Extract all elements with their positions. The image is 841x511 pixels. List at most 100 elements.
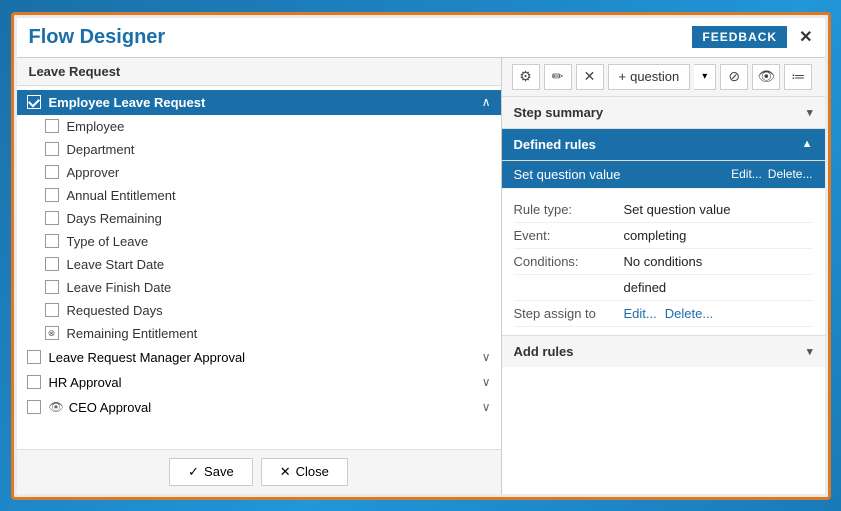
gear-icon: ⚙: [519, 68, 532, 85]
window-close-button[interactable]: ✕: [799, 27, 812, 47]
sub-item-employee[interactable]: Employee: [17, 115, 501, 138]
question-button[interactable]: + question: [608, 64, 691, 90]
detail-label-conditions-cont: [514, 280, 624, 295]
pencil-icon: ✏: [552, 68, 564, 85]
ceo-approval-eye-icon: 👁: [49, 400, 64, 414]
save-icon: ✓: [188, 464, 199, 480]
detail-row-step-assign-to: Step assign to Edit... Delete...: [514, 301, 813, 327]
pencil-button[interactable]: ✏: [544, 64, 572, 90]
rule-set-question-value[interactable]: Set question value Edit... Delete...: [502, 161, 825, 189]
sub-item-requested-days[interactable]: Requested Days: [17, 299, 501, 322]
checkbox-requested-days[interactable]: [45, 303, 59, 317]
group-label-employee-leave-request: Employee Leave Request: [49, 95, 482, 110]
sub-item-annual-entitlement[interactable]: Annual Entitlement: [17, 184, 501, 207]
edit-link-set-question-value[interactable]: Edit...: [731, 167, 762, 181]
checkbox-approver[interactable]: [45, 165, 59, 179]
sub-item-leave-finish-date[interactable]: Leave Finish Date: [17, 276, 501, 299]
sub-item-department[interactable]: Department: [17, 138, 501, 161]
sub-item-days-remaining[interactable]: Days Remaining: [17, 207, 501, 230]
step-summary-label: Step summary: [514, 105, 604, 120]
add-rules-chevron: ▾: [807, 345, 813, 358]
close-label: Close: [296, 464, 329, 479]
label-type-of-leave: Type of Leave: [67, 234, 149, 249]
sub-item-type-of-leave[interactable]: Type of Leave: [17, 230, 501, 253]
detail-row-event: Event: completing: [514, 223, 813, 249]
checkbox-type-of-leave[interactable]: [45, 234, 59, 248]
detail-label-event: Event:: [514, 228, 624, 243]
sub-item-approver[interactable]: Approver: [17, 161, 501, 184]
add-rules-section[interactable]: Add rules ▾: [502, 335, 825, 367]
question-dropdown[interactable]: ▾: [694, 64, 716, 90]
group-label-hr-approval: HR Approval: [49, 375, 482, 390]
checkbox-leave-request-manager-approval[interactable]: [27, 350, 41, 364]
group-chevron-ceo-approval: ∨: [482, 400, 491, 414]
detail-row-conditions-cont: defined: [514, 275, 813, 301]
group-chevron-leave-request-manager-approval: ∨: [482, 350, 491, 364]
rule-label-set-question-value: Set question value: [514, 167, 621, 182]
label-annual-entitlement: Annual Entitlement: [67, 188, 176, 203]
label-approver: Approver: [67, 165, 120, 180]
checkbox-department[interactable]: [45, 142, 59, 156]
app-title: Flow Designer: [29, 26, 166, 49]
detail-label-conditions: Conditions:: [514, 254, 624, 269]
checkbox-leave-finish-date[interactable]: [45, 280, 59, 294]
feedback-button[interactable]: FEEDBACK: [692, 26, 787, 48]
group-chevron-hr-approval: ∨: [482, 375, 491, 389]
checkbox-hr-approval[interactable]: [27, 375, 41, 389]
sub-item-remaining-entitlement[interactable]: ⊗ Remaining Entitlement: [17, 322, 501, 345]
step-summary-chevron: ▾: [807, 106, 813, 119]
step-summary-header[interactable]: Step summary ▾: [502, 97, 825, 129]
detail-row-conditions: Conditions: No conditions: [514, 249, 813, 275]
delete-link-set-question-value[interactable]: Delete...: [768, 167, 813, 181]
step-assign-to-edit[interactable]: Edit...: [624, 306, 657, 321]
ban-button[interactable]: ⊘: [720, 64, 748, 90]
step-assign-to-delete[interactable]: Delete...: [665, 306, 713, 321]
group-label-leave-request-manager-approval: Leave Request Manager Approval: [49, 350, 482, 365]
detail-value-rule-type: Set question value: [624, 202, 813, 217]
group-chevron-employee-leave-request: ∧: [482, 95, 491, 109]
save-button[interactable]: ✓ Save: [169, 458, 253, 486]
title-bar-right: FEEDBACK ✕: [692, 26, 812, 48]
eye-icon: 👁: [757, 68, 775, 85]
gear-button[interactable]: ⚙: [512, 64, 540, 90]
close-button[interactable]: ✕ Close: [261, 458, 348, 486]
sliders-button[interactable]: ≔: [784, 64, 812, 90]
right-toolbar: ⚙ ✏ ✕ + question ▾: [502, 58, 825, 97]
left-panel-header: Leave Request: [17, 58, 501, 86]
eye-button[interactable]: 👁: [752, 64, 780, 90]
save-label: Save: [204, 464, 234, 479]
group-checkbox-employee-leave-request[interactable]: [27, 95, 41, 109]
checkbox-days-remaining[interactable]: [45, 211, 59, 225]
defined-rules-label: Defined rules: [514, 137, 596, 152]
rule-details: Rule type: Set question value Event: com…: [502, 189, 825, 335]
detail-value-event: completing: [624, 228, 813, 243]
label-days-remaining: Days Remaining: [67, 211, 162, 226]
checkbox-ceo-approval[interactable]: [27, 400, 41, 414]
outer-border: Flow Designer FEEDBACK ✕ Leave Request E…: [11, 12, 831, 500]
left-footer: ✓ Save ✕ Close: [17, 449, 501, 494]
group-employee-leave-request[interactable]: Employee Leave Request ∧: [17, 90, 501, 115]
group-hr-approval[interactable]: HR Approval ∨: [17, 370, 501, 395]
label-leave-start-date: Leave Start Date: [67, 257, 165, 272]
detail-label-rule-type: Rule type:: [514, 202, 624, 217]
checkbox-leave-start-date[interactable]: [45, 257, 59, 271]
sliders-icon: ≔: [791, 68, 805, 85]
group-leave-request-manager-approval[interactable]: Leave Request Manager Approval ∨: [17, 345, 501, 370]
remaining-entitlement-icon: ⊗: [45, 326, 59, 340]
defined-rules-header[interactable]: Defined rules ▲: [502, 129, 825, 161]
detail-value-conditions: No conditions: [624, 254, 813, 269]
sub-item-leave-start-date[interactable]: Leave Start Date: [17, 253, 501, 276]
title-bar-left: Flow Designer: [29, 26, 166, 49]
label-leave-finish-date: Leave Finish Date: [67, 280, 172, 295]
step-assign-to-actions: Edit... Delete...: [624, 306, 813, 321]
dropdown-icon: ▾: [702, 71, 707, 82]
group-ceo-approval[interactable]: 👁 CEO Approval ∨: [17, 395, 501, 420]
title-bar: Flow Designer FEEDBACK ✕: [17, 18, 825, 58]
left-panel: Leave Request Employee Leave Request ∧ E…: [17, 58, 502, 494]
ban-icon: ⊘: [728, 68, 740, 85]
plus-icon: +: [619, 69, 627, 84]
right-panel: ⚙ ✏ ✕ + question ▾: [502, 58, 825, 494]
checkbox-employee[interactable]: [45, 119, 59, 133]
checkbox-annual-entitlement[interactable]: [45, 188, 59, 202]
times-button[interactable]: ✕: [576, 64, 604, 90]
